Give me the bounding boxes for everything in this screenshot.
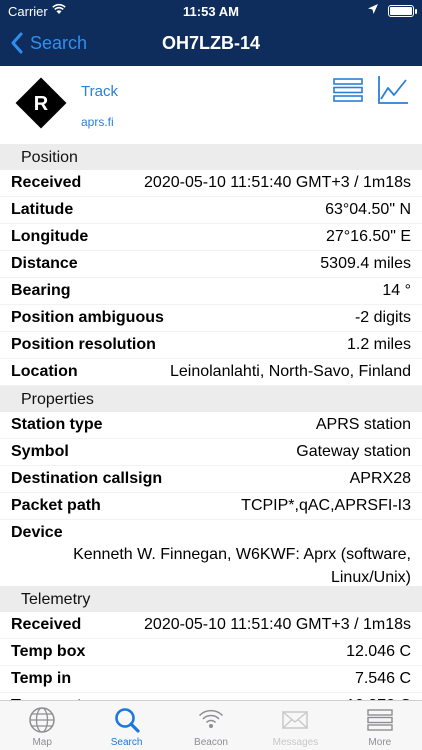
detail-row: Received 2020-05-10 11:51:40 GMT+3 / 1m18… bbox=[0, 170, 422, 197]
tab-label: Search bbox=[110, 737, 143, 748]
search-icon bbox=[114, 708, 140, 733]
tab-label: More bbox=[368, 737, 392, 748]
list-icon[interactable] bbox=[333, 78, 363, 102]
row-value: APRX28 bbox=[349, 470, 411, 487]
location-arrow-icon bbox=[368, 4, 378, 14]
detail-row: Station type APRS station bbox=[0, 412, 422, 439]
row-value: 27°16.50" E bbox=[325, 228, 411, 245]
detail-row: Location Leinolanlahti, North-Savo, Finla… bbox=[0, 359, 422, 386]
detail-row: Position ambiguous -2 digits bbox=[0, 305, 422, 332]
tab-label: Map bbox=[32, 737, 52, 748]
row-value: 7.546 C bbox=[354, 670, 411, 687]
more-icon bbox=[367, 709, 393, 731]
row-value: -2 digits bbox=[354, 309, 411, 326]
device-row: Device Kenneth W. Finnegan, W6KWF: Aprx … bbox=[0, 520, 422, 586]
row-value: APRS station bbox=[315, 416, 411, 433]
detail-row: Temp box 12.046 C bbox=[0, 639, 422, 666]
row-value: 63°04.50" N bbox=[325, 201, 411, 218]
row-value-line: Kenneth W. Finnegan, W6KWF: Aprx (softwa… bbox=[73, 546, 411, 563]
globe-icon bbox=[29, 707, 55, 733]
row-key: Received bbox=[11, 174, 82, 191]
row-key: Location bbox=[11, 363, 78, 380]
section-header-properties: Properties bbox=[0, 386, 422, 412]
aprs-fi-link[interactable]: aprs.fi bbox=[81, 115, 114, 129]
detail-row: Distance 5309.4 miles bbox=[0, 251, 422, 278]
navigation-bar: Search OH7LZB-14 bbox=[0, 22, 422, 66]
envelope-icon bbox=[282, 711, 309, 729]
detail-row: Received 2020-05-10 11:51:40 GMT+3 / 1m18… bbox=[0, 612, 422, 639]
station-details[interactable]: Position Received 2020-05-10 11:51:40 GMT… bbox=[0, 144, 422, 700]
row-value: Gateway station bbox=[296, 443, 411, 460]
page-title: OH7LZB-14 bbox=[161, 33, 260, 53]
tab-more[interactable]: More bbox=[338, 701, 422, 750]
track-link[interactable]: Track bbox=[81, 83, 118, 100]
tab-map[interactable]: Map bbox=[0, 701, 84, 750]
tab-label: Beacon bbox=[194, 737, 228, 748]
row-key: Station type bbox=[11, 416, 103, 433]
station-symbol-icon: R bbox=[15, 77, 67, 129]
row-key: Position ambiguous bbox=[11, 309, 164, 326]
detail-row: Longitude 27°16.50" E bbox=[0, 224, 422, 251]
tab-bar: Map Search Beacon Messages More bbox=[0, 700, 422, 750]
row-key: Temp in bbox=[11, 670, 72, 687]
row-value: 2020-05-10 11:51:40 GMT+3 / 1m18s bbox=[144, 174, 411, 191]
row-key: Symbol bbox=[11, 443, 69, 460]
row-key: Received bbox=[11, 616, 82, 633]
row-key: Longitude bbox=[11, 228, 89, 245]
battery-icon bbox=[388, 5, 417, 17]
detail-row: Packet path TCPIP*,qAC,APRSFI-I3 bbox=[0, 493, 422, 520]
detail-row: Temp out10.872 C bbox=[0, 693, 422, 700]
row-value: 2020-05-10 11:51:40 GMT+3 / 1m18s bbox=[144, 616, 411, 633]
row-key: Packet path bbox=[11, 497, 101, 514]
detail-row: Latitude 63°04.50" N bbox=[0, 197, 422, 224]
section-header-telemetry: Telemetry bbox=[0, 586, 422, 612]
row-key: Destination callsign bbox=[11, 470, 163, 487]
row-key: Position resolution bbox=[11, 336, 156, 353]
row-value: Leinolanlahti, North-Savo, Finland bbox=[169, 363, 411, 380]
tab-beacon[interactable]: Beacon bbox=[169, 701, 253, 750]
detail-row: Temp in 7.546 C bbox=[0, 666, 422, 693]
detail-row: Position resolution 1.2 miles bbox=[0, 332, 422, 359]
clock: 11:53 AM bbox=[183, 4, 239, 19]
station-header: R Track aprs.fi bbox=[0, 66, 422, 144]
status-bar: Carrier 11:53 AM bbox=[0, 0, 422, 22]
row-key: Distance bbox=[11, 255, 78, 272]
row-value: 5309.4 miles bbox=[320, 255, 411, 272]
row-key: Device bbox=[11, 524, 63, 541]
row-value: 1.2 miles bbox=[346, 336, 411, 353]
symbol-letter: R bbox=[34, 93, 49, 115]
row-value: 12.046 C bbox=[346, 643, 411, 660]
tab-search[interactable]: Search bbox=[84, 701, 168, 750]
row-value: TCPIP*,qAC,APRSFI-I3 bbox=[241, 497, 411, 514]
section-header-position: Position bbox=[0, 144, 422, 170]
row-key: Bearing bbox=[11, 282, 71, 299]
tab-messages[interactable]: Messages bbox=[253, 701, 337, 750]
row-value: 14 ° bbox=[382, 282, 411, 299]
chart-icon[interactable] bbox=[377, 75, 409, 105]
tab-label: Messages bbox=[272, 737, 319, 748]
row-key: Temp box bbox=[11, 643, 86, 660]
row-key: Latitude bbox=[11, 201, 74, 218]
beacon-icon bbox=[198, 709, 224, 728]
detail-row: Bearing 14 ° bbox=[0, 278, 422, 305]
detail-row: Destination callsign APRX28 bbox=[0, 466, 422, 493]
detail-row: Symbol Gateway station bbox=[0, 439, 422, 466]
